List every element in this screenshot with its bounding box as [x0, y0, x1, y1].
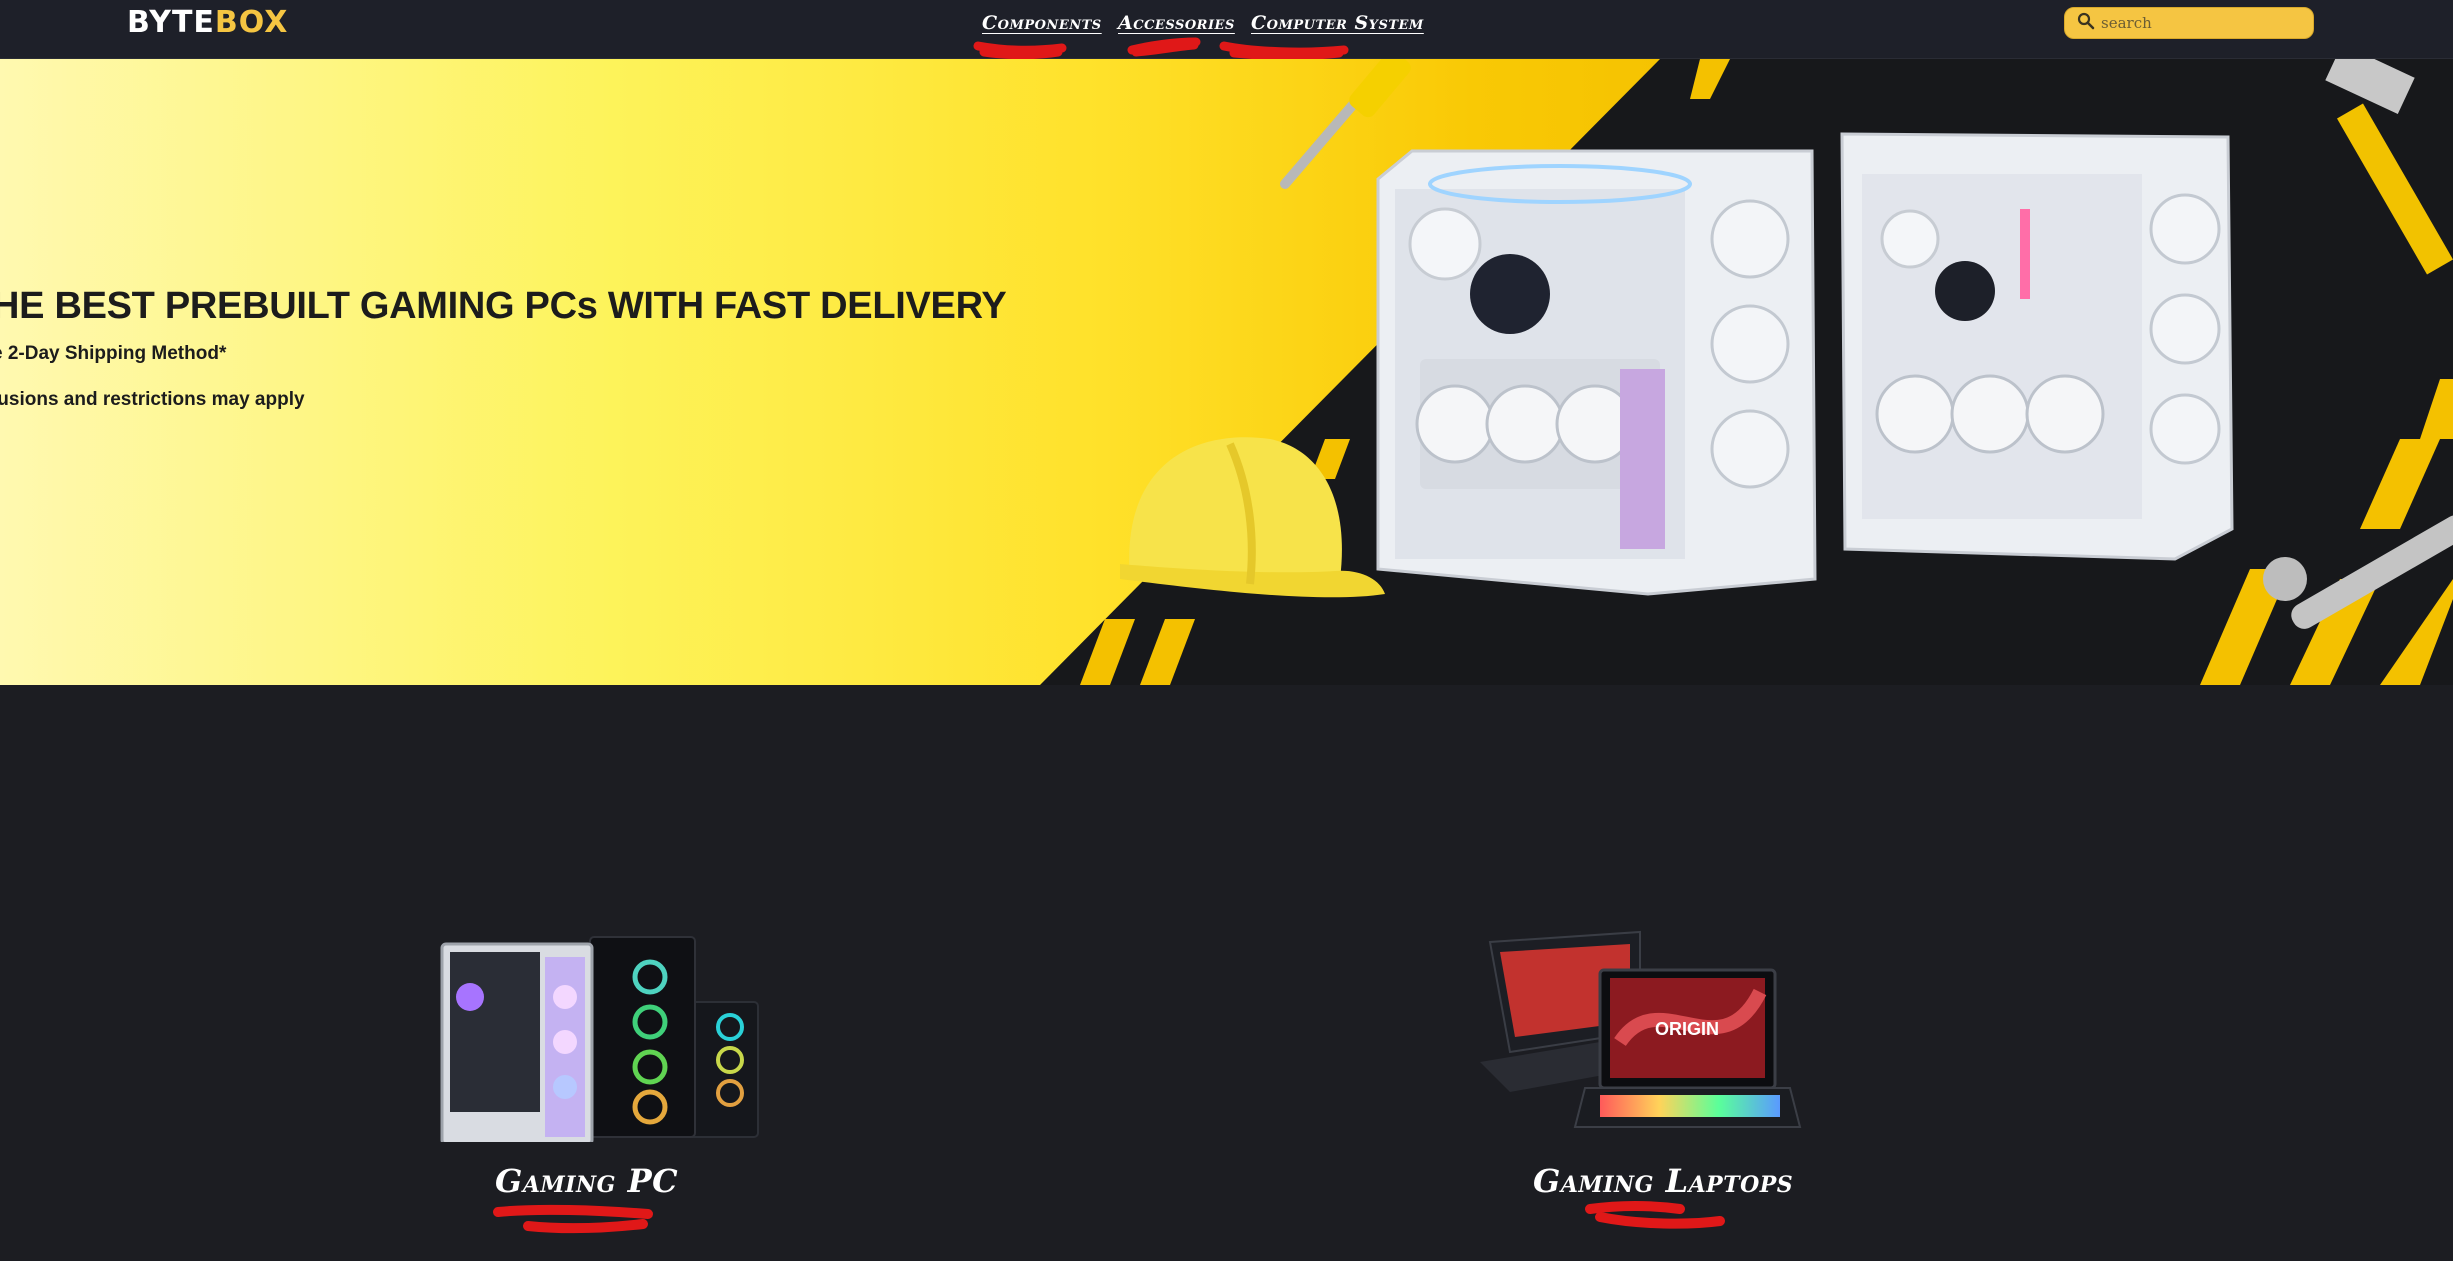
hero-subtitle: e 2-Day Shipping Method*	[0, 343, 227, 364]
hard-hat-graphic	[1120, 437, 1385, 598]
pc-case-white-1	[1376, 149, 1817, 596]
gaming-pc-image	[440, 936, 759, 1142]
category-title-gaming-pc[interactable]: Gaming PC	[495, 1162, 678, 1200]
hero-title: HE BEST PREBUILT GAMING PCs WITH FAST DE…	[0, 285, 1007, 327]
search-icon	[2077, 12, 2095, 35]
nav-link-computer-system[interactable]: Computer System	[1251, 12, 1424, 34]
svg-text:ORIGIN: ORIGIN	[1655, 1019, 1719, 1039]
search-box[interactable]	[2064, 7, 2314, 39]
gaming-laptops-image: ORIGIN	[1480, 930, 1802, 1128]
hero-illustration	[1080, 59, 2453, 685]
brand-logo[interactable]: BYTEBOX	[127, 8, 288, 38]
brand-part-2: BOX	[214, 5, 289, 40]
annotation-scribble-components	[973, 41, 1067, 60]
annotation-scribble-gaming-laptops	[1585, 1201, 1725, 1229]
category-title-gaming-laptops[interactable]: Gaming Laptops	[1533, 1162, 1793, 1200]
pc-case-white-2	[1840, 132, 2234, 561]
hero-text-block: HE BEST PREBUILT GAMING PCs WITH FAST DE…	[0, 285, 1007, 410]
brand-part-1: BYTE	[127, 5, 215, 40]
annotation-scribble-gaming-pc	[493, 1204, 653, 1234]
hero-disclaimer: lusions and restrictions may apply	[0, 389, 305, 410]
hero-banner[interactable]: HE BEST PREBUILT GAMING PCs WITH FAST DE…	[0, 59, 2453, 685]
nav-link-components[interactable]: Components	[982, 12, 1102, 34]
annotation-scribble-accessories	[1127, 37, 1201, 57]
search-input[interactable]	[2101, 14, 2301, 32]
nav-link-accessories[interactable]: Accessories	[1118, 12, 1235, 34]
top-navbar: BYTEBOX Components Accessories Computer …	[0, 0, 2453, 61]
